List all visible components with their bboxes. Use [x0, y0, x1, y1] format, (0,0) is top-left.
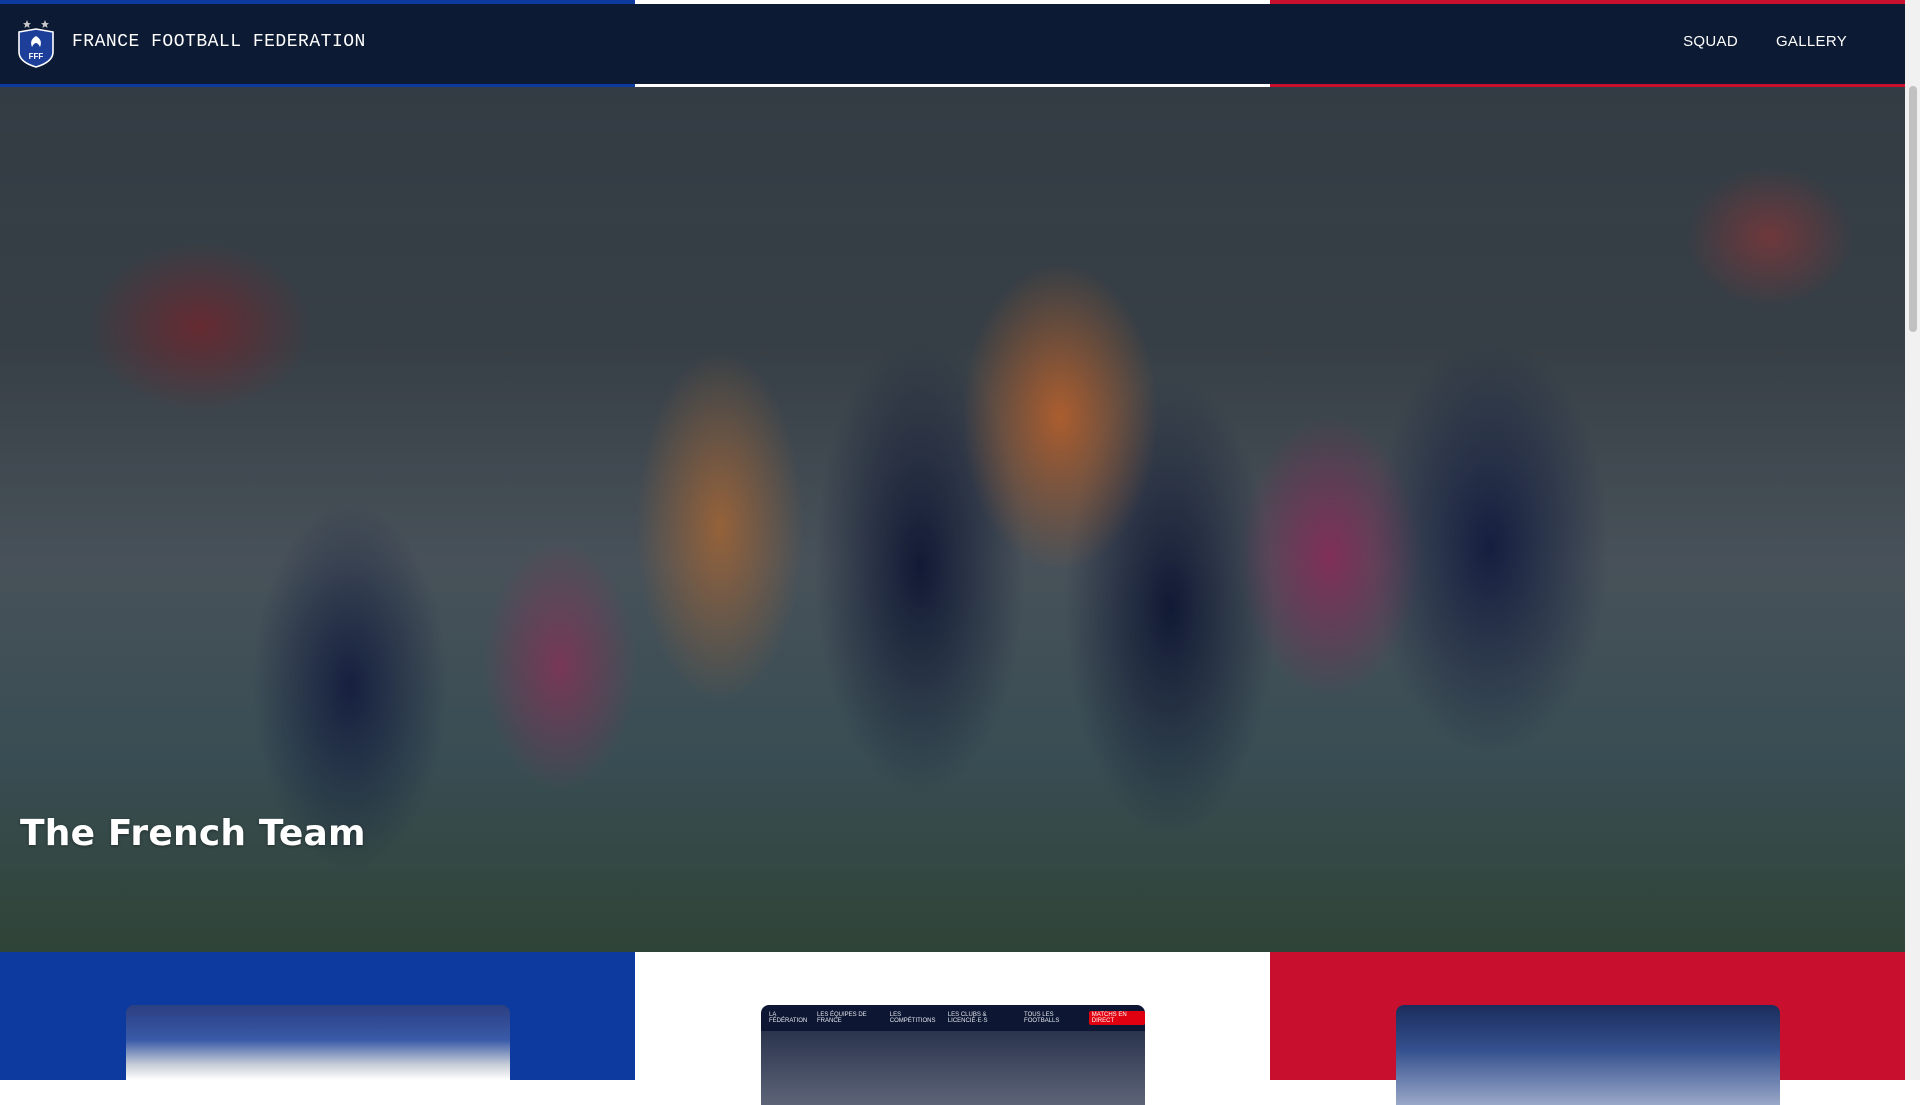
site-header: FFF FRANCE FOOTBALL FEDERATION SQUAD GAL… [0, 0, 1905, 84]
section-white: LA FÉDÉRATION LES ÉQUIPES DE FRANCE LES … [635, 952, 1270, 1105]
preview-nav-item: TOUS LES FOOTBALLS [1024, 1012, 1060, 1024]
feature-sections: LA FÉDÉRATION LES ÉQUIPES DE FRANCE LES … [0, 952, 1905, 1105]
header-tricolor-border [0, 84, 1905, 87]
fff-crest-icon[interactable]: FFF [15, 16, 57, 68]
tricolor-strip [0, 0, 1905, 4]
squad-photo-card[interactable] [126, 1005, 510, 1105]
preview-nav-item: LA FÉDÉRATION [769, 1012, 808, 1024]
gallery-photo-card[interactable] [1396, 1005, 1780, 1105]
preview-nav-item: LES ÉQUIPES DE FRANCE [816, 1012, 867, 1024]
preview-live-badge: MATCHS EN DIRECT [1088, 1011, 1145, 1025]
hero-title: The French Team [20, 813, 366, 854]
website-preview-card[interactable]: LA FÉDÉRATION LES ÉQUIPES DE FRANCE LES … [761, 1005, 1145, 1105]
hero-banner: The French Team [0, 87, 1905, 952]
preview-nav-item: LES CLUBS & LICENCIÉ·E·S [947, 1012, 988, 1024]
nav-squad-link[interactable]: SQUAD [1683, 33, 1738, 50]
section-red [1270, 952, 1905, 1105]
main-nav: SQUAD GALLERY [1683, 33, 1847, 50]
preview-nav: LA FÉDÉRATION LES ÉQUIPES DE FRANCE LES … [761, 1005, 1145, 1031]
svg-text:FFF: FFF [29, 52, 44, 61]
section-blue [0, 952, 635, 1105]
brand-title[interactable]: FRANCE FOOTBALL FEDERATION [72, 32, 366, 52]
page-scrollbar[interactable] [1905, 0, 1920, 1080]
scrollbar-thumb[interactable] [1909, 86, 1917, 332]
nav-gallery-link[interactable]: GALLERY [1776, 33, 1847, 50]
preview-nav-item: LES COMPÉTITIONS [889, 1012, 936, 1024]
